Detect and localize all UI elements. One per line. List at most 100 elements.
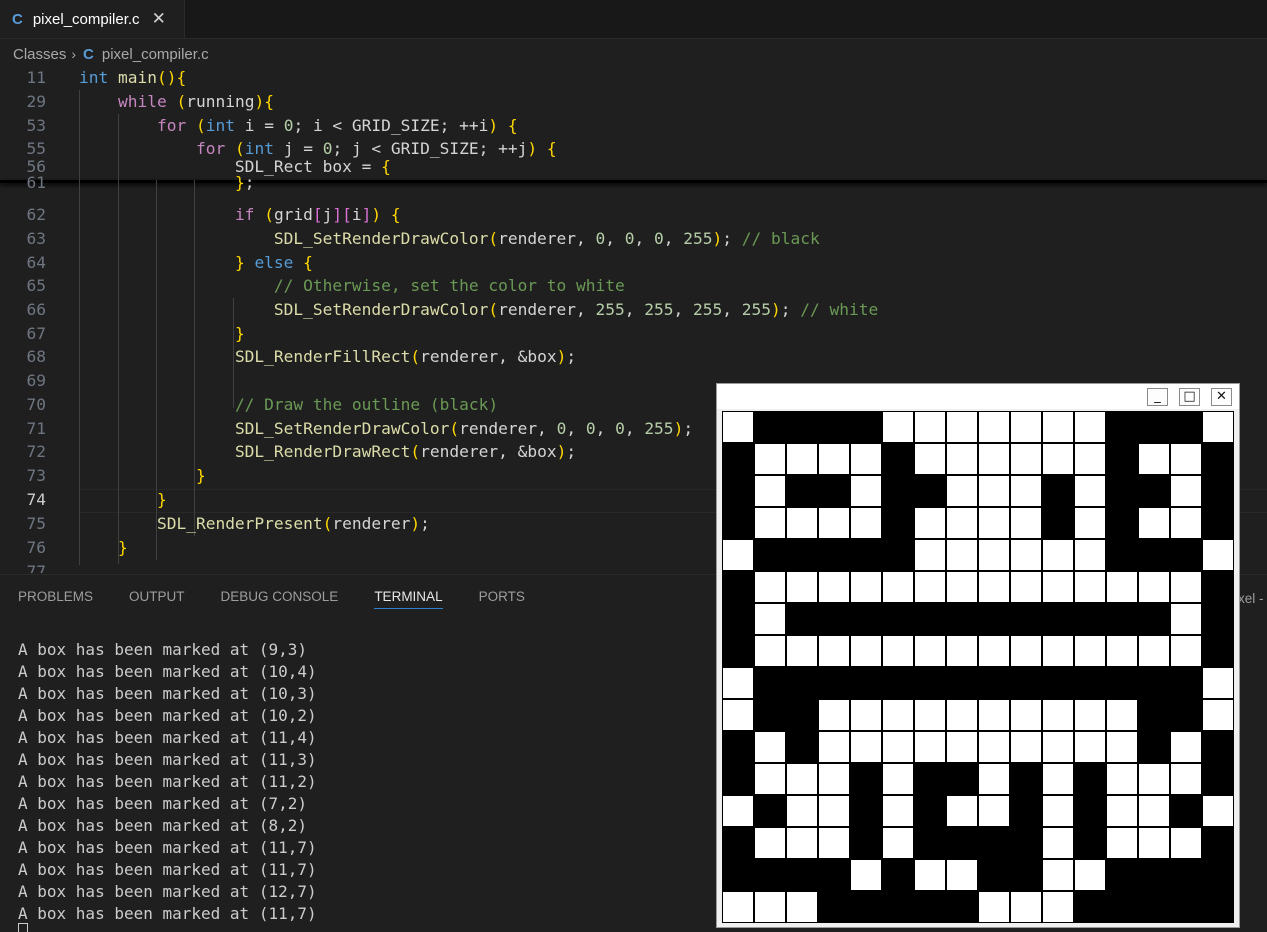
- pixel-cell[interactable]: [850, 411, 882, 443]
- pixel-cell[interactable]: [722, 475, 754, 507]
- pixel-cell[interactable]: [882, 571, 914, 603]
- pixel-cell[interactable]: [1074, 827, 1106, 859]
- pixel-cell[interactable]: [1202, 763, 1234, 795]
- pixel-cell[interactable]: [882, 763, 914, 795]
- pixel-cell[interactable]: [882, 667, 914, 699]
- pixel-cell[interactable]: [1010, 539, 1042, 571]
- pixel-cell[interactable]: [1138, 443, 1170, 475]
- pixel-cell[interactable]: [722, 763, 754, 795]
- pixel-cell[interactable]: [850, 859, 882, 891]
- pixel-cell[interactable]: [850, 571, 882, 603]
- pixel-cell[interactable]: [946, 411, 978, 443]
- pixel-cell[interactable]: [818, 795, 850, 827]
- pixel-cell[interactable]: [722, 443, 754, 475]
- pixel-cell[interactable]: [1202, 827, 1234, 859]
- pixel-cell[interactable]: [946, 795, 978, 827]
- pixel-cell[interactable]: [1106, 795, 1138, 827]
- pixel-cell[interactable]: [1170, 571, 1202, 603]
- pixel-cell[interactable]: [1042, 539, 1074, 571]
- pixel-cell[interactable]: [786, 699, 818, 731]
- pixel-cell[interactable]: [754, 411, 786, 443]
- code-line[interactable]: 11 int main(){: [0, 66, 1267, 89]
- terminal-name-partial[interactable]: xel -: [1238, 591, 1264, 606]
- pixel-cell[interactable]: [1010, 891, 1042, 923]
- pixel-cell[interactable]: [978, 475, 1010, 507]
- pixel-cell[interactable]: [946, 635, 978, 667]
- pixel-cell[interactable]: [1106, 571, 1138, 603]
- code-line[interactable]: 65 // Otherwise, set the color to white: [0, 274, 1267, 297]
- pixel-cell[interactable]: [1138, 603, 1170, 635]
- pixel-cell[interactable]: [722, 539, 754, 571]
- pixel-cell[interactable]: [786, 635, 818, 667]
- pixel-cell[interactable]: [754, 827, 786, 859]
- pixel-cell[interactable]: [1074, 891, 1106, 923]
- close-icon[interactable]: ✕: [152, 9, 166, 29]
- pixel-cell[interactable]: [1170, 539, 1202, 571]
- pixel-cell[interactable]: [1074, 603, 1106, 635]
- pixel-cell[interactable]: [914, 507, 946, 539]
- pixel-cell[interactable]: [882, 859, 914, 891]
- pixel-cell[interactable]: [946, 571, 978, 603]
- pixel-cell[interactable]: [1138, 795, 1170, 827]
- pixel-cell[interactable]: [1042, 859, 1074, 891]
- pixel-cell[interactable]: [850, 635, 882, 667]
- pixel-cell[interactable]: [914, 827, 946, 859]
- pixel-cell[interactable]: [1170, 411, 1202, 443]
- pixel-cell[interactable]: [1074, 763, 1106, 795]
- pixel-cell[interactable]: [786, 667, 818, 699]
- code-line[interactable]: 66 SDL_SetRenderDrawColor(renderer, 255,…: [0, 298, 1267, 321]
- pixel-cell[interactable]: [722, 699, 754, 731]
- pixel-cell[interactable]: [818, 827, 850, 859]
- pixel-cell[interactable]: [1202, 571, 1234, 603]
- pixel-cell[interactable]: [882, 539, 914, 571]
- pixel-cell[interactable]: [786, 603, 818, 635]
- pixel-cell[interactable]: [1074, 443, 1106, 475]
- pixel-cell[interactable]: [722, 827, 754, 859]
- pixel-cell[interactable]: [1138, 763, 1170, 795]
- pixel-cell[interactable]: [754, 699, 786, 731]
- tab-ports[interactable]: PORTS: [479, 589, 525, 609]
- pixel-cell[interactable]: [1074, 795, 1106, 827]
- pixel-cell[interactable]: [978, 443, 1010, 475]
- pixel-cell[interactable]: [850, 827, 882, 859]
- pixel-cell[interactable]: [1042, 731, 1074, 763]
- pixel-cell[interactable]: [754, 635, 786, 667]
- pixel-cell[interactable]: [1202, 603, 1234, 635]
- pixel-cell[interactable]: [818, 859, 850, 891]
- pixel-cell[interactable]: [818, 731, 850, 763]
- pixel-cell[interactable]: [1106, 539, 1138, 571]
- pixel-cell[interactable]: [786, 539, 818, 571]
- pixel-cell[interactable]: [1010, 699, 1042, 731]
- code-line[interactable]: 68 SDL_RenderFillRect(renderer, &box);: [0, 345, 1267, 368]
- pixel-cell[interactable]: [1074, 475, 1106, 507]
- pixel-cell[interactable]: [914, 635, 946, 667]
- pixel-cell[interactable]: [914, 603, 946, 635]
- pixel-cell[interactable]: [1010, 795, 1042, 827]
- code-line[interactable]: 29 while (running){: [0, 90, 1267, 113]
- pixel-cell[interactable]: [1010, 443, 1042, 475]
- pixel-cell[interactable]: [946, 891, 978, 923]
- pixel-cell[interactable]: [978, 827, 1010, 859]
- pixel-cell[interactable]: [850, 443, 882, 475]
- pixel-cell[interactable]: [754, 571, 786, 603]
- pixel-cell[interactable]: [1010, 411, 1042, 443]
- pixel-cell[interactable]: [1042, 699, 1074, 731]
- pixel-cell[interactable]: [946, 475, 978, 507]
- pixel-cell[interactable]: [850, 795, 882, 827]
- pixel-cell[interactable]: [1170, 731, 1202, 763]
- pixel-cell[interactable]: [754, 859, 786, 891]
- pixel-cell[interactable]: [722, 859, 754, 891]
- code-line[interactable]: 67 }: [0, 322, 1267, 345]
- pixel-cell[interactable]: [946, 763, 978, 795]
- pixel-cell[interactable]: [946, 731, 978, 763]
- pixel-cell[interactable]: [978, 859, 1010, 891]
- pixel-cell[interactable]: [722, 507, 754, 539]
- pixel-cell[interactable]: [978, 603, 1010, 635]
- pixel-cell[interactable]: [1042, 667, 1074, 699]
- code-line[interactable]: 62 if (grid[j][i]) {: [0, 203, 1267, 226]
- pixel-cell[interactable]: [978, 507, 1010, 539]
- pixel-cell[interactable]: [946, 667, 978, 699]
- tab-terminal[interactable]: TERMINAL: [374, 589, 443, 609]
- pixel-cell[interactable]: [914, 731, 946, 763]
- pixel-cell[interactable]: [1138, 731, 1170, 763]
